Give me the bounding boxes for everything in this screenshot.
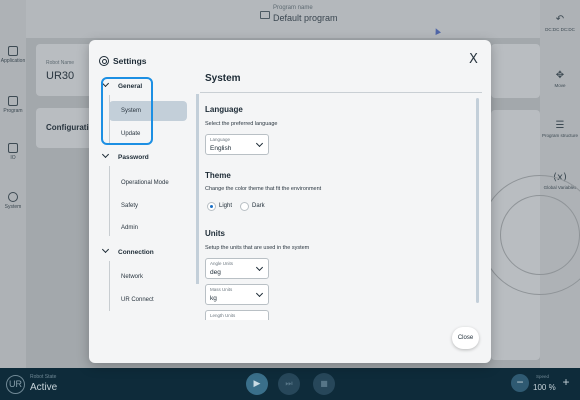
left-navigation-rail: Application Program IO System bbox=[0, 0, 26, 368]
theme-title: Theme bbox=[205, 171, 231, 180]
step-button[interactable]: ⏭ bbox=[278, 373, 300, 395]
nav-program[interactable]: Program bbox=[0, 96, 26, 114]
tool-undo-label: DC:DC DC:DC bbox=[545, 27, 575, 32]
speed-increase-button[interactable]: + bbox=[557, 374, 575, 392]
program-name-label: Program name bbox=[273, 5, 313, 11]
gear-icon bbox=[99, 56, 109, 66]
mass-units-label: Mass Units bbox=[210, 287, 233, 292]
nav-item-admin[interactable]: Admin bbox=[109, 218, 187, 238]
nav-item-ur-connect[interactable]: UR Connect bbox=[109, 290, 187, 310]
content-title: System bbox=[205, 73, 241, 84]
units-description: Setup the units that are used in the sys… bbox=[205, 245, 310, 251]
nav-group-password[interactable]: Password bbox=[101, 150, 149, 161]
chevron-down-icon bbox=[255, 289, 264, 298]
speed-value: 100 % bbox=[533, 383, 556, 392]
nav-system-label: System bbox=[4, 204, 22, 210]
play-icon: ▶ bbox=[253, 379, 261, 389]
length-units-select[interactable]: Length Units bbox=[205, 310, 269, 320]
stop-button[interactable]: ■ bbox=[313, 373, 335, 395]
workspace-ring-inner bbox=[500, 195, 580, 275]
nav-group-connection[interactable]: Connection bbox=[101, 245, 154, 256]
dialog-title: Settings bbox=[113, 56, 147, 66]
mouse-cursor-icon bbox=[433, 27, 441, 35]
grid-icon bbox=[8, 46, 18, 56]
close-button[interactable]: Close bbox=[452, 327, 479, 349]
angle-units-select[interactable]: Angle Units deg bbox=[205, 258, 269, 279]
mass-units-value: kg bbox=[210, 295, 217, 302]
length-units-label: Length Units bbox=[210, 313, 236, 318]
folder-icon bbox=[260, 11, 270, 19]
robot-state-label: Robot State bbox=[30, 374, 57, 380]
tool-move-label: Move bbox=[554, 83, 566, 88]
content-divider bbox=[200, 92, 482, 93]
list-icon: ☰ bbox=[555, 120, 565, 131]
tool-move[interactable]: ✥ Move bbox=[540, 70, 580, 88]
language-select-label: Language bbox=[210, 137, 231, 142]
theme-dark-label: Dark bbox=[252, 203, 265, 209]
nav-io-label: IO bbox=[10, 155, 16, 161]
program-icon bbox=[8, 96, 18, 106]
tool-program-structure-label: Program structure bbox=[541, 133, 578, 138]
ur-logo-icon: UR bbox=[6, 375, 25, 394]
theme-dark-radio[interactable] bbox=[240, 202, 249, 211]
chevron-down-icon bbox=[101, 245, 110, 254]
language-description: Select the preferred language bbox=[205, 121, 278, 127]
chevron-down-icon bbox=[101, 150, 110, 159]
nav-application[interactable]: Application bbox=[0, 46, 26, 64]
nav-group-password-label: Password bbox=[118, 154, 149, 161]
tool-program-structure[interactable]: ☰ Program structure bbox=[540, 120, 580, 138]
theme-light-label: Light bbox=[219, 203, 233, 209]
robot-state-value[interactable]: Active bbox=[30, 382, 57, 393]
chevron-down-icon bbox=[255, 139, 264, 148]
nav-item-safety[interactable]: Safety bbox=[109, 196, 187, 216]
chevron-down-icon bbox=[255, 263, 264, 272]
mass-units-select[interactable]: Mass Units kg bbox=[205, 284, 269, 305]
settings-content: System Language Select the preferred lan… bbox=[196, 68, 482, 358]
tool-undo[interactable]: ↶ DC:DC DC:DC bbox=[540, 14, 580, 32]
language-select[interactable]: Language English bbox=[205, 134, 269, 155]
nav-item-network[interactable]: Network bbox=[109, 267, 187, 287]
language-title: Language bbox=[205, 105, 243, 114]
units-title: Units bbox=[205, 229, 225, 238]
play-button[interactable]: ▶ bbox=[246, 373, 268, 395]
language-select-value: English bbox=[210, 145, 232, 152]
nav-program-label: Program bbox=[3, 108, 23, 114]
content-accent-bar bbox=[196, 94, 199, 284]
scrollbar[interactable] bbox=[476, 98, 479, 303]
theme-light-radio[interactable] bbox=[207, 202, 216, 211]
nav-application-label: Application bbox=[0, 58, 26, 64]
stop-icon: ■ bbox=[320, 379, 328, 388]
robot-name-label: Robot Name bbox=[46, 60, 75, 66]
speed-decrease-button[interactable]: − bbox=[511, 374, 529, 392]
settings-dialog: Settings X General System Update Passwor… bbox=[89, 40, 491, 363]
nav-group-connection-label: Connection bbox=[118, 249, 154, 256]
undo-icon: ↶ bbox=[555, 14, 565, 25]
nav-io[interactable]: IO bbox=[0, 143, 26, 161]
background-card-right bbox=[491, 44, 540, 98]
angle-units-value: deg bbox=[210, 269, 221, 276]
move-icon: ✥ bbox=[555, 70, 565, 81]
io-icon bbox=[8, 143, 18, 153]
program-name[interactable]: Default program bbox=[273, 13, 338, 23]
close-icon[interactable]: X bbox=[469, 52, 478, 67]
highlight-box bbox=[101, 77, 153, 145]
top-bar: Program name Default program bbox=[0, 0, 580, 38]
nav-system[interactable]: System bbox=[0, 192, 26, 210]
nav-item-operational-mode[interactable]: Operational Mode bbox=[109, 173, 187, 193]
person-icon bbox=[8, 192, 18, 202]
speed-label: Speed bbox=[536, 374, 550, 379]
step-icon: ⏭ bbox=[285, 379, 293, 388]
angle-units-label: Angle Units bbox=[210, 261, 234, 266]
robot-name: UR30 bbox=[46, 70, 75, 82]
theme-description: Change the color theme that fit the envi… bbox=[205, 186, 322, 192]
